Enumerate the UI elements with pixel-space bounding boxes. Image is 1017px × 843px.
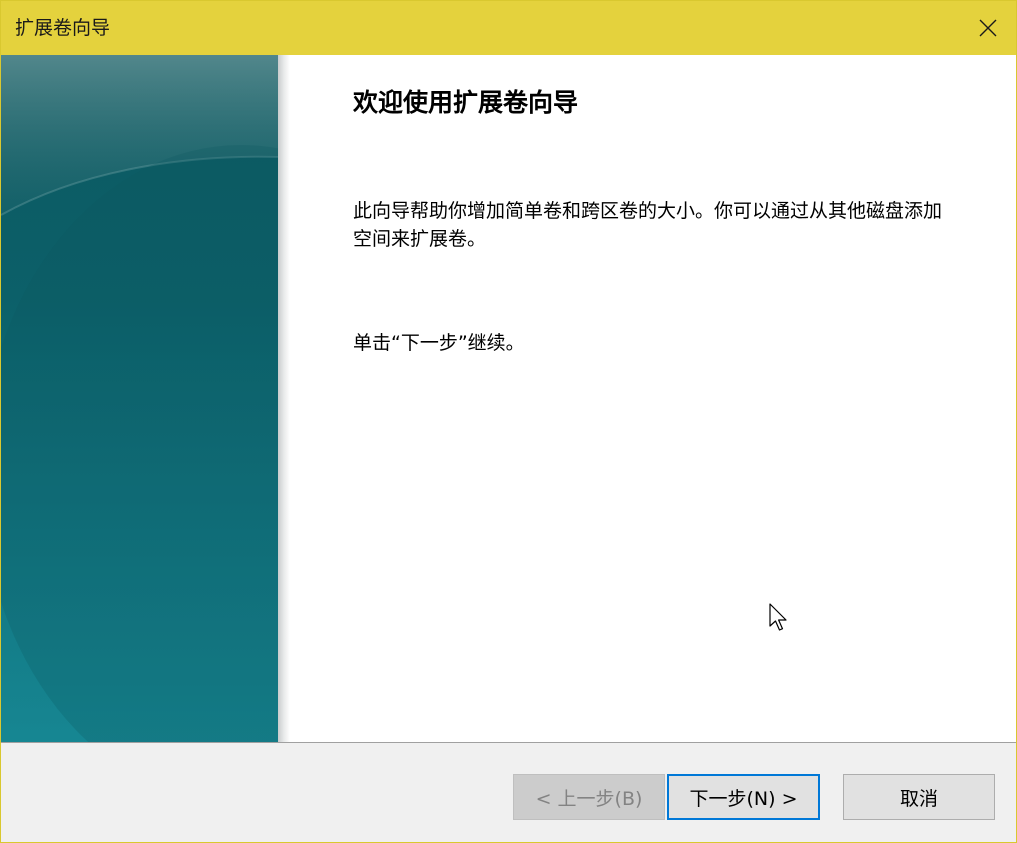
wizard-content: 欢迎使用扩展卷向导 此向导帮助你增加简单卷和跨区卷的大小。你可以通过从其他磁盘添… [1, 55, 1016, 742]
wizard-side-banner [1, 55, 278, 742]
next-button[interactable]: 下一步(N) > [667, 774, 820, 820]
close-icon [979, 19, 997, 37]
button-bar: < 上一步(B) 下一步(N) > 取消 [1, 743, 1016, 842]
window-title: 扩展卷向导 [15, 17, 111, 39]
mouse-pointer-icon [769, 603, 787, 631]
wizard-description: 此向导帮助你增加简单卷和跨区卷的大小。你可以通过从其他磁盘添加空间来扩展卷。 [353, 200, 943, 250]
wizard-heading: 欢迎使用扩展卷向导 [353, 88, 579, 117]
title-bar: 扩展卷向导 [1, 1, 1016, 55]
banner-shadow [278, 55, 290, 742]
back-button[interactable]: < 上一步(B) [513, 774, 665, 820]
cancel-button[interactable]: 取消 [843, 774, 995, 820]
extend-volume-wizard-window: 扩展卷向导 欢迎使用扩展卷向导 此向导帮助你增加简单卷和跨区卷的大小。你可以通过… [0, 0, 1017, 843]
close-button[interactable] [960, 1, 1016, 55]
banner-decoration [1, 55, 278, 742]
wizard-instruction: 单击“下一步”继续。 [353, 332, 525, 354]
